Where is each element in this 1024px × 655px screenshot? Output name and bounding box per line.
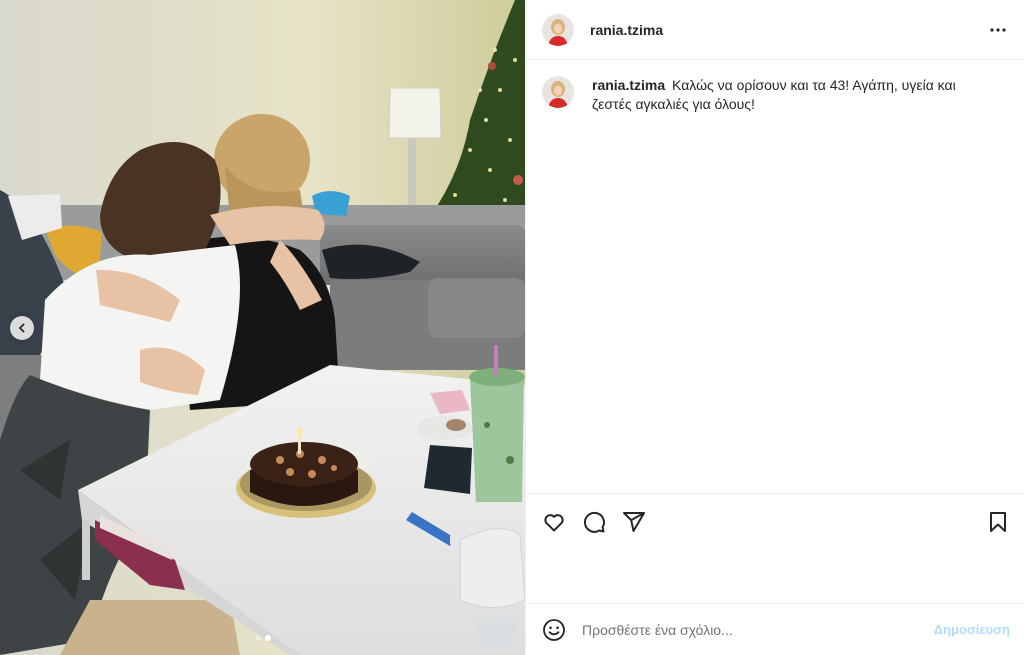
more-horizontal-icon bbox=[990, 27, 1006, 32]
bookmark-icon bbox=[990, 511, 1006, 532]
share-button[interactable] bbox=[622, 510, 646, 534]
previous-slide-button[interactable] bbox=[10, 316, 34, 340]
caption-avatar[interactable] bbox=[542, 76, 574, 108]
carousel-dot-active bbox=[264, 635, 271, 641]
profile-picture bbox=[542, 76, 574, 108]
share-icon bbox=[623, 511, 645, 532]
post-comment-button[interactable]: Δημοσίευση bbox=[934, 622, 1010, 637]
comment-button[interactable] bbox=[582, 510, 606, 534]
save-button[interactable] bbox=[986, 510, 1010, 534]
post-side-panel: rania.tzima rania.tzima Καλώς να ορίσουν… bbox=[525, 0, 1024, 655]
post-author-username[interactable]: rania.tzima bbox=[590, 22, 663, 38]
profile-picture bbox=[542, 13, 574, 46]
likes-area bbox=[526, 549, 1024, 603]
more-options-button[interactable] bbox=[986, 18, 1010, 42]
emoji-icon bbox=[543, 618, 565, 641]
emoji-button[interactable] bbox=[542, 618, 566, 642]
post-header: rania.tzima bbox=[526, 0, 1024, 60]
caption-text-block: rania.tzima Καλώς να ορίσουν και τα 43! … bbox=[592, 76, 972, 114]
post-photo[interactable] bbox=[0, 0, 525, 655]
heart-icon bbox=[544, 513, 564, 531]
caption: rania.tzima Καλώς να ορίσουν και τα 43! … bbox=[542, 76, 1008, 114]
carousel-indicator bbox=[0, 635, 525, 641]
action-bar bbox=[526, 493, 1024, 549]
comments-section: rania.tzima Καλώς να ορίσουν και τα 43! … bbox=[526, 60, 1024, 493]
birthday-photo-image bbox=[0, 0, 525, 655]
carousel-dot bbox=[254, 635, 261, 641]
comment-icon bbox=[583, 511, 605, 533]
instagram-post: rania.tzima rania.tzima Καλώς να ορίσουν… bbox=[0, 0, 1024, 655]
avatar[interactable] bbox=[542, 13, 574, 46]
chevron-left-icon bbox=[19, 323, 25, 333]
like-button[interactable] bbox=[542, 510, 566, 534]
caption-username[interactable]: rania.tzima bbox=[592, 77, 665, 93]
comment-input[interactable] bbox=[582, 621, 934, 638]
add-comment-bar: Δημοσίευση bbox=[526, 603, 1024, 655]
